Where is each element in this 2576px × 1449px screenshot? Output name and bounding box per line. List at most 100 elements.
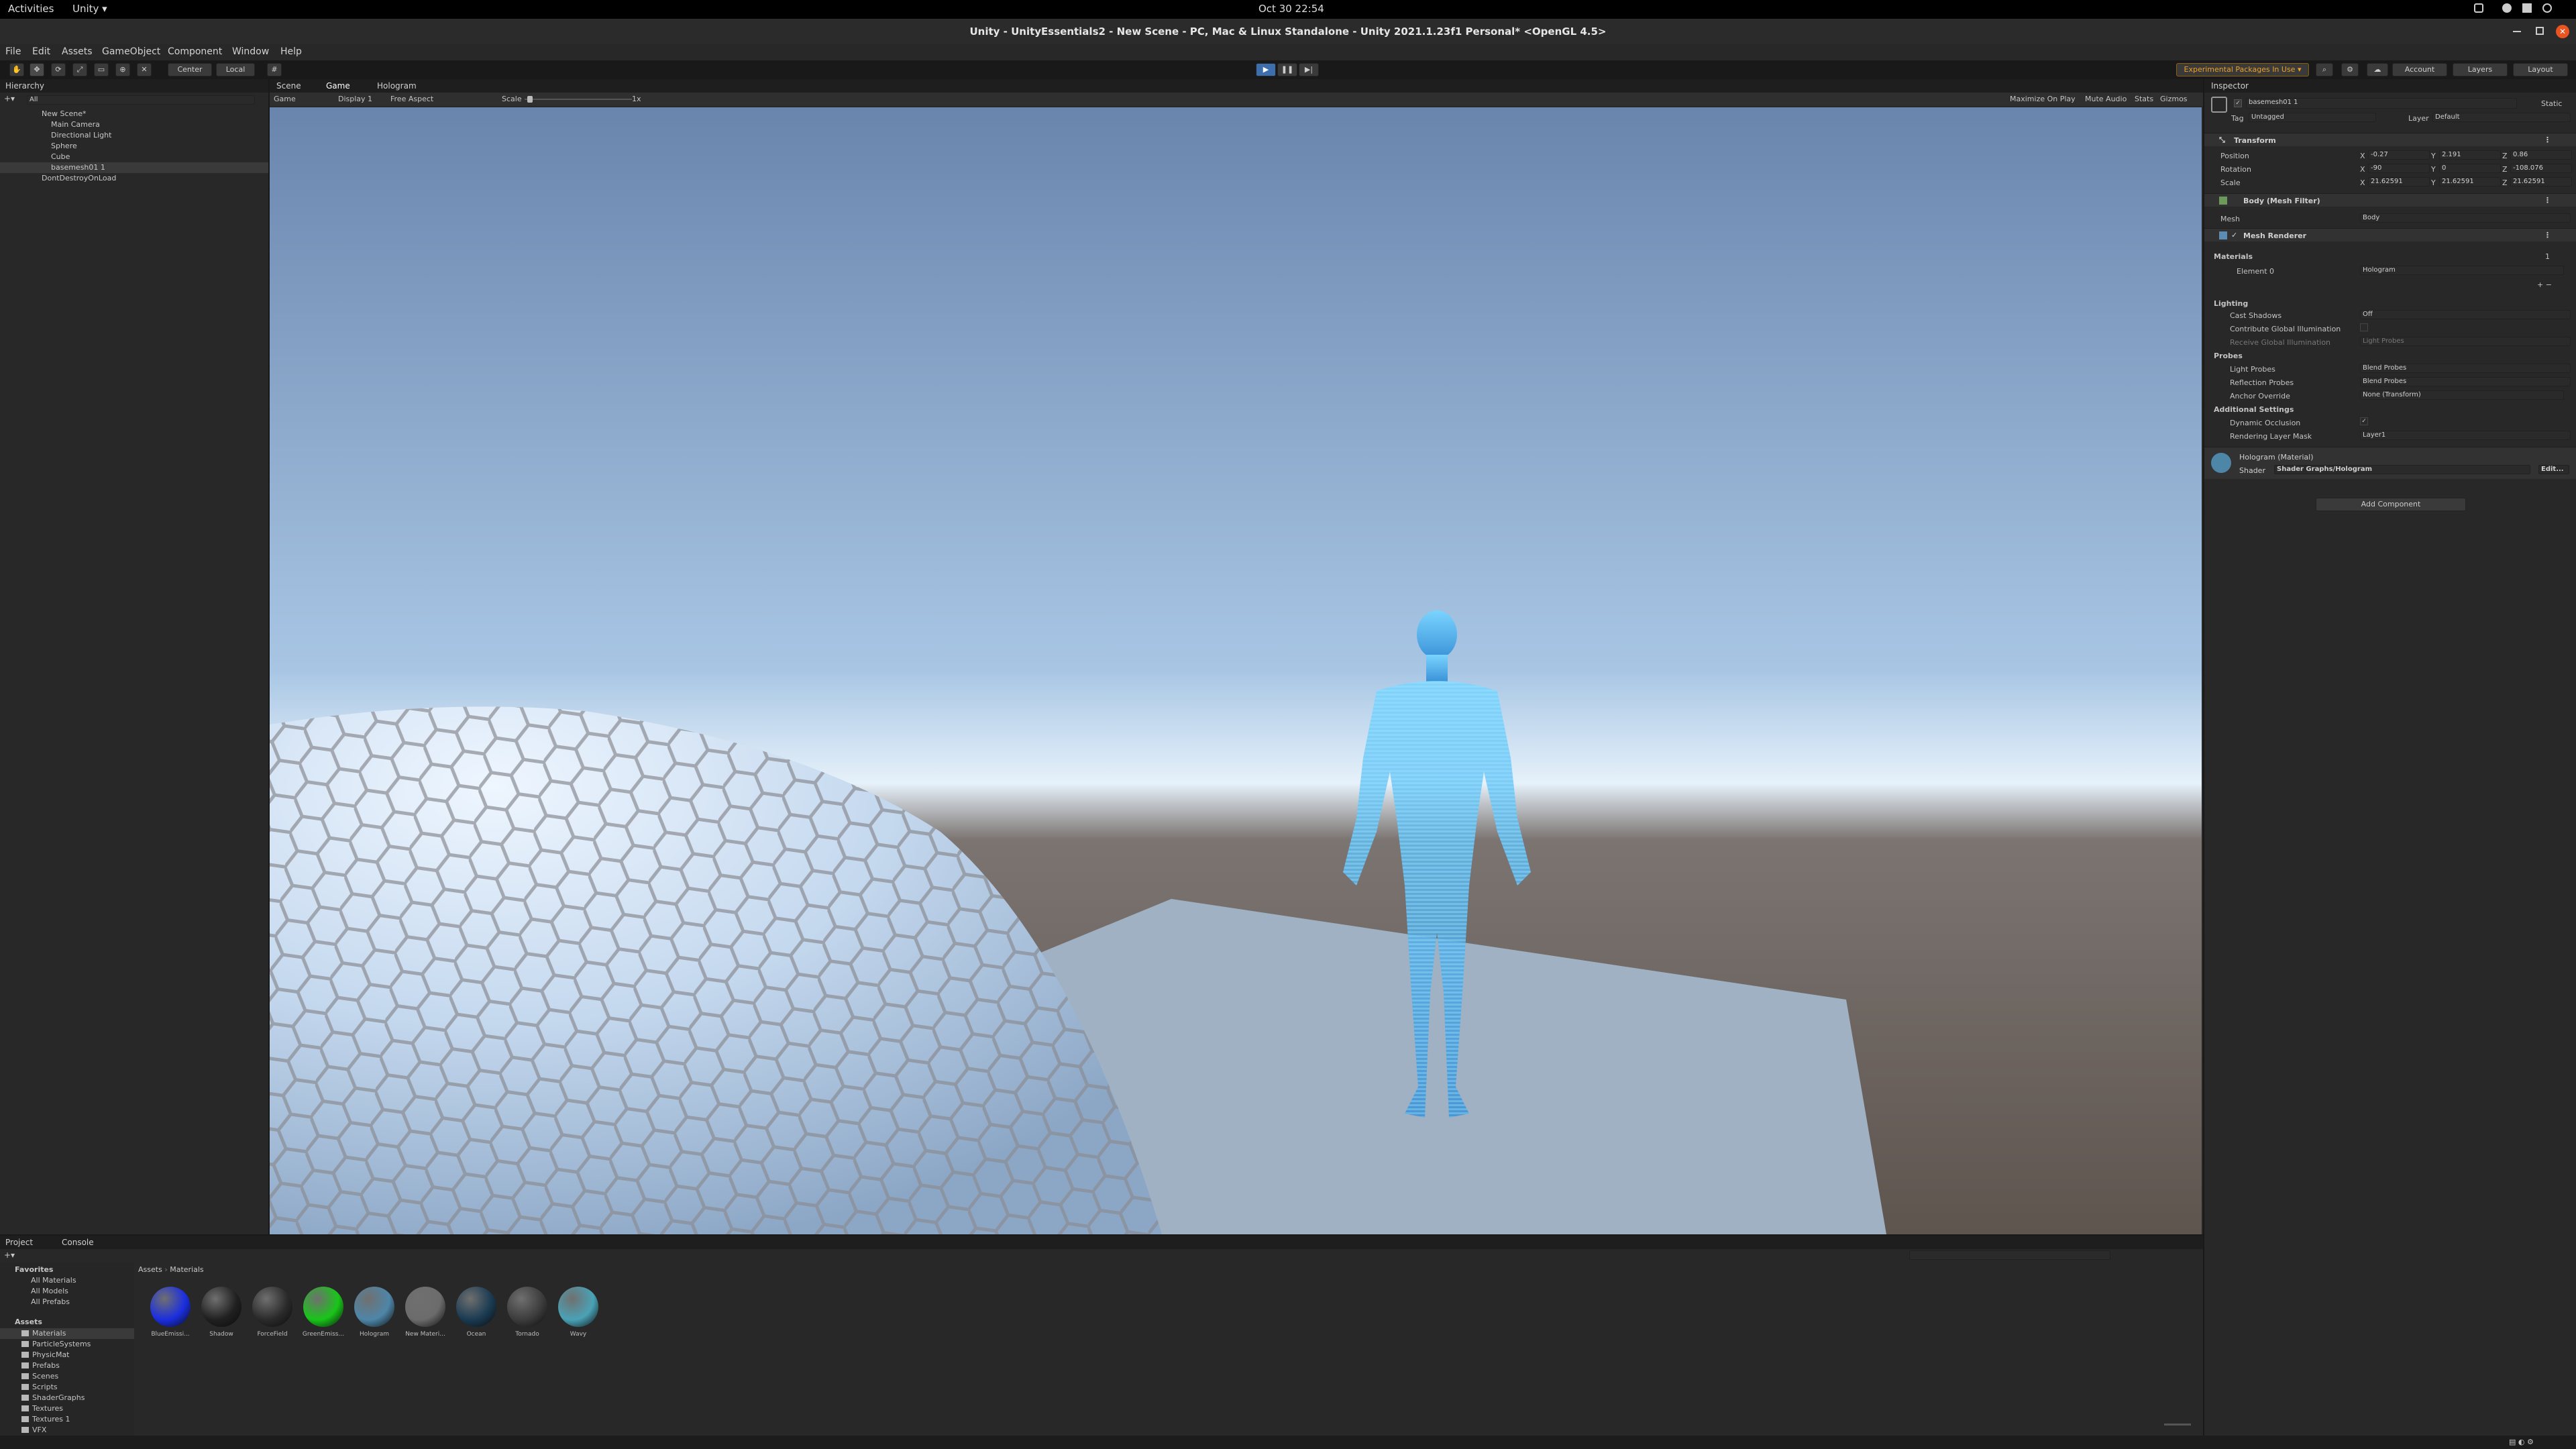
folder-item[interactable]: PhysicMat [0,1350,134,1360]
gizmos-dropdown[interactable]: Gizmos [2160,95,2188,103]
pivot-local-button[interactable]: Local [216,63,255,76]
component-menu-icon[interactable]: ⋮ [2544,136,2551,144]
status-icons[interactable]: ▤ ◐ ⚙ [2509,1438,2534,1446]
thumbnail-size-slider[interactable] [2164,1424,2191,1426]
stats-toggle[interactable]: Stats [2135,95,2153,103]
minimize-icon[interactable] [2513,31,2521,32]
grid-snap-icon[interactable]: # [267,63,282,76]
hierarchy-item[interactable]: New Scene* [0,109,268,119]
favorite-item[interactable]: All Prefabs [31,1297,70,1306]
transform-header[interactable]: ⤡ Transform ⋮ [2204,133,2576,146]
account-dropdown[interactable]: Account [2392,63,2447,76]
hierarchy-item[interactable]: Directional Light [0,130,268,141]
tab-project[interactable]: Project [5,1238,33,1247]
layers-dropdown[interactable]: Layers [2453,63,2508,76]
pivot-center-button[interactable]: Center [168,63,212,76]
scale-z-field[interactable]: 21.62591 [2510,177,2572,186]
hierarchy-item[interactable]: Main Camera [0,119,268,130]
folder-item[interactable]: Scenes [0,1371,134,1382]
favorites-foldout[interactable]: Favorites [15,1265,53,1274]
hand-tool-icon[interactable]: ✋ [9,63,24,76]
folder-item[interactable]: Textures 1 [0,1414,134,1425]
anchor-override-field[interactable]: None (Transform) [2360,390,2564,400]
folder-item[interactable]: Prefabs [0,1360,134,1371]
tab-console[interactable]: Console [62,1238,94,1247]
material-asset[interactable]: Ocean [455,1287,498,1338]
tab-inspector[interactable]: Inspector [2211,81,2249,91]
lighting-foldout[interactable]: Lighting [2214,299,2248,308]
game-mode-dropdown[interactable]: Game [274,95,296,103]
transform-tool-icon[interactable]: ⊕ [115,63,130,76]
shader-dropdown[interactable]: Shader Graphs/Hologram [2274,465,2530,474]
menu-component[interactable]: Component [168,46,222,57]
reflection-probes-dropdown[interactable]: Blend Probes [2360,377,2571,386]
hierarchy-item[interactable]: DontDestroyOnLoad [0,173,268,184]
materials-count[interactable]: 1 [2545,252,2550,261]
folder-item[interactable]: VFX [0,1425,134,1436]
maximize-on-play-toggle[interactable]: Maximize On Play [2010,95,2076,103]
tab-scene[interactable]: Scene [276,81,301,91]
move-tool-icon[interactable]: ✥ [30,63,44,76]
favorite-item[interactable]: All Materials [31,1276,76,1285]
contribute-gi-checkbox[interactable] [2360,323,2368,331]
hierarchy-item[interactable]: Sphere [0,141,268,152]
app-menu-button[interactable]: Unity ▾ [72,3,107,15]
network-icon[interactable] [2502,3,2512,13]
active-checkbox[interactable]: ✓ [2234,99,2242,107]
pause-button[interactable]: ❚❚ [1277,63,1297,76]
mute-audio-toggle[interactable]: Mute Audio [2085,95,2127,103]
material-asset[interactable]: Wavy [557,1287,600,1338]
material-header[interactable]: Hologram (Material) Shader Shader Graphs… [2204,447,2576,479]
add-material-icon[interactable]: + − [2537,280,2552,289]
step-button[interactable]: ▶| [1299,63,1319,76]
rotation-x-field[interactable]: -90 [2368,164,2430,173]
menu-help[interactable]: Help [280,46,302,57]
system-clock[interactable]: Oct 30 22:54 [1258,3,1324,15]
material-asset[interactable]: New Materi... [404,1287,447,1338]
material-asset[interactable]: ForceField [251,1287,294,1338]
search-icon[interactable]: ⌕ [2316,63,2333,76]
mesh-renderer-enabled-checkbox[interactable]: ✓ [2231,231,2237,239]
material-asset[interactable]: Tornado [506,1287,549,1338]
volume-icon[interactable] [2522,3,2532,13]
scale-y-field[interactable]: 21.62591 [2439,177,2501,186]
favorite-item[interactable]: All Models [31,1287,68,1295]
power-icon[interactable] [2542,3,2552,13]
tag-dropdown[interactable]: Untagged [2249,113,2376,122]
tab-hierarchy[interactable]: Hierarchy [5,81,44,91]
scale-tool-icon[interactable]: ⤢ [72,63,87,76]
breadcrumb-assets[interactable]: Assets [138,1265,162,1274]
layout-dropdown[interactable]: Layout [2513,63,2568,76]
close-icon[interactable]: ✕ [2556,25,2569,38]
additional-settings-foldout[interactable]: Additional Settings [2214,405,2294,414]
rendering-layer-dropdown[interactable]: Layer1 [2360,431,2571,440]
project-create-icon[interactable]: +▾ [4,1250,15,1260]
position-z-field[interactable]: 0.86 [2510,150,2572,160]
menu-file[interactable]: File [5,46,21,57]
static-toggle[interactable]: Static [2541,99,2562,108]
rect-tool-icon[interactable]: ▭ [94,63,109,76]
position-y-field[interactable]: 2.191 [2439,150,2501,160]
probes-foldout[interactable]: Probes [2214,352,2243,360]
add-component-button[interactable]: Add Component [2316,498,2466,511]
object-name-field[interactable]: basemesh01 1 [2246,98,2517,109]
project-search-input[interactable] [1909,1250,2110,1260]
menu-assets[interactable]: Assets [62,46,93,57]
position-x-field[interactable]: -0.27 [2368,150,2430,160]
folder-item[interactable]: Textures [0,1403,134,1414]
cast-shadows-dropdown[interactable]: Off [2360,310,2571,319]
folder-item[interactable]: ShaderGraphs [0,1393,134,1403]
folder-item[interactable]: ParticleSystems [0,1339,134,1350]
cloud-icon[interactable]: ☁ [2367,63,2388,76]
rotation-z-field[interactable]: -108.076 [2510,164,2572,173]
display-dropdown[interactable]: Display 1 [338,95,372,103]
folder-item[interactable]: Scripts [0,1382,134,1393]
mesh-filter-menu-icon[interactable]: ⋮ [2544,196,2551,205]
scale-x-field[interactable]: 21.62591 [2368,177,2430,186]
tab-game[interactable]: Game [326,81,350,91]
activities-button[interactable]: Activities [8,3,54,15]
scale-slider[interactable] [525,99,632,100]
material-asset[interactable]: GreenEmiss... [302,1287,345,1338]
materials-foldout[interactable]: Materials [2214,252,2253,261]
hierarchy-item[interactable]: Cube [0,152,268,162]
